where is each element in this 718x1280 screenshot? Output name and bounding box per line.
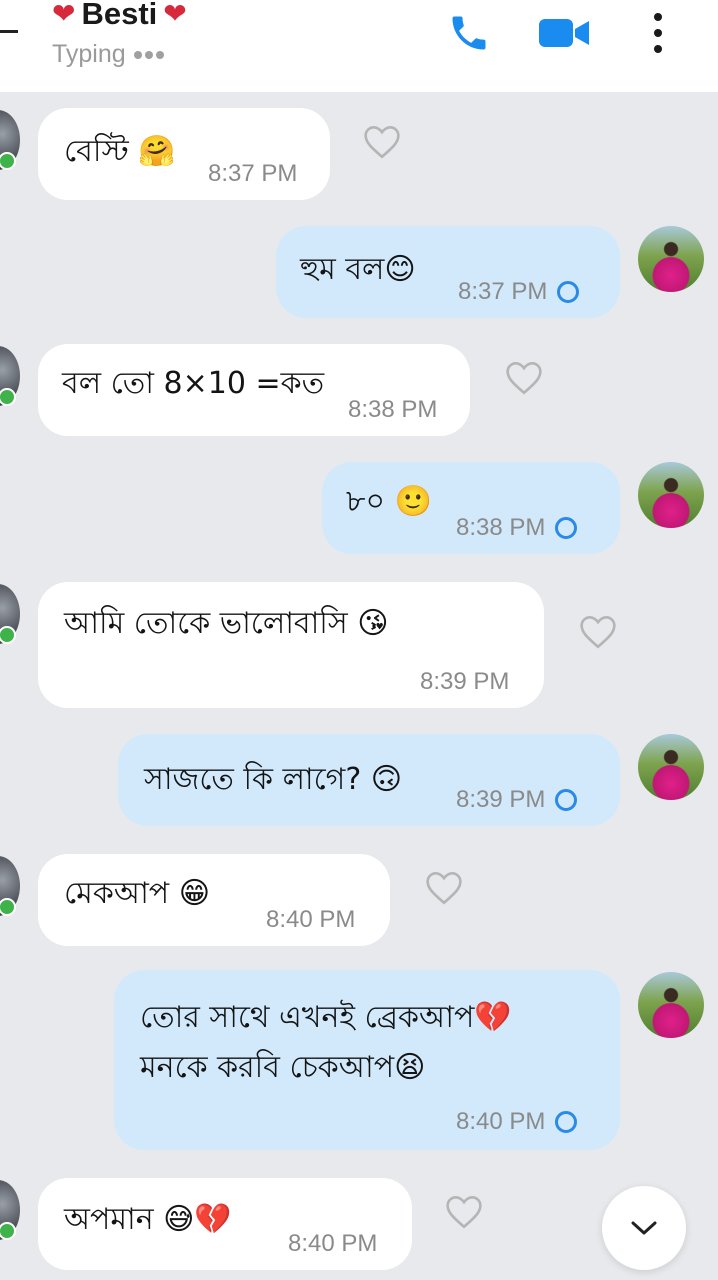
message-time: 8:40 PM [266, 906, 356, 933]
message-bubble-outgoing[interactable]: সাজতে কি লাগে? 🙃 8:39 PM [118, 734, 620, 826]
chat-header: ❤ Besti ❤ Typing [0, 0, 718, 92]
message-text: আমি তোকে ভালোবাসি 😘 [64, 606, 389, 641]
message-time-row: 8:40 PM [456, 1108, 578, 1136]
react-heart-icon[interactable] [504, 360, 544, 396]
scroll-to-bottom-button[interactable] [602, 1186, 686, 1270]
message-bubble-incoming[interactable]: বল তো 8×10 =কত 8:38 PM [38, 344, 470, 436]
message-time: 8:40 PM [456, 1108, 546, 1135]
message-text: হুম বল😊 [300, 252, 416, 287]
typing-label: Typing [52, 40, 126, 68]
message-text-line-1: তোর সাথে এখনই ব্রেকআপ💔 [140, 1000, 512, 1035]
message-time-row: 8:37 PM [458, 278, 580, 306]
phone-icon [452, 16, 486, 50]
message-time: 8:37 PM [458, 278, 548, 305]
message-bubble-incoming[interactable]: আমি তোকে ভালোবাসি 😘 8:39 PM [38, 582, 544, 708]
more-vertical-icon [654, 13, 662, 53]
sent-receipt-icon [555, 517, 578, 539]
back-arrow-icon[interactable] [0, 30, 18, 33]
message-text: ৮০ 🙂 [346, 484, 432, 519]
message-text: বল তো 8×10 =কত [62, 366, 325, 401]
sent-receipt-icon [555, 1111, 578, 1133]
online-indicator [0, 626, 16, 644]
message-bubble-incoming[interactable]: অপমান 😅💔 8:40 PM [38, 1178, 412, 1270]
react-heart-icon[interactable] [424, 870, 464, 906]
message-bubble-outgoing[interactable]: ৮০ 🙂 8:38 PM [322, 462, 620, 554]
my-avatar[interactable] [638, 462, 704, 528]
my-avatar[interactable] [638, 226, 704, 292]
message-time: 8:37 PM [208, 160, 298, 187]
react-heart-icon[interactable] [444, 1194, 484, 1230]
heart-icon: ❤ [52, 0, 76, 30]
message-time-row: 8:39 PM [456, 786, 578, 814]
chevron-down-icon [631, 1221, 657, 1235]
sent-receipt-icon [555, 789, 578, 811]
message-text: অপমান 😅💔 [64, 1202, 232, 1237]
message-time: 8:38 PM [456, 514, 546, 541]
message-text: সাজতে কি লাগে? 🙃 [144, 762, 403, 797]
message-time: 8:39 PM [456, 786, 546, 813]
message-text: মেকআপ 😁 [64, 876, 210, 911]
message-bubble-outgoing[interactable]: হুম বল😊 8:37 PM [276, 226, 620, 318]
message-time: 8:39 PM [420, 668, 510, 695]
my-avatar[interactable] [638, 734, 704, 800]
typing-dots-icon [133, 50, 164, 59]
online-indicator [0, 152, 16, 170]
react-heart-icon[interactable] [578, 614, 618, 650]
react-heart-icon[interactable] [362, 124, 402, 160]
my-avatar[interactable] [638, 972, 704, 1038]
message-time: 8:38 PM [348, 396, 438, 423]
sent-receipt-icon [557, 281, 580, 303]
message-bubble-outgoing[interactable]: তোর সাথে এখনই ব্রেকআপ💔 মনকে করবি চেকআপ😫 … [114, 970, 620, 1150]
message-text: বেস্টি 🤗 [64, 134, 176, 169]
message-time-row: 8:38 PM [456, 514, 578, 542]
online-indicator [0, 898, 16, 916]
heart-icon: ❤ [163, 0, 187, 30]
message-bubble-incoming[interactable]: মেকআপ 😁 8:40 PM [38, 854, 390, 946]
voice-call-button[interactable] [444, 10, 494, 56]
contact-name-row[interactable]: ❤ Besti ❤ [52, 0, 187, 34]
message-text-line-2: মনকে করবি চেকআপ😫 [140, 1050, 426, 1085]
more-options-button[interactable] [640, 8, 676, 58]
typing-status: Typing [52, 40, 164, 69]
video-call-button[interactable] [536, 10, 592, 56]
message-time: 8:40 PM [288, 1230, 378, 1257]
online-indicator [0, 388, 16, 406]
video-camera-icon [539, 19, 589, 47]
online-indicator [0, 1222, 16, 1240]
contact-name: Besti [81, 0, 158, 31]
message-bubble-incoming[interactable]: বেস্টি 🤗 8:37 PM [38, 108, 330, 200]
